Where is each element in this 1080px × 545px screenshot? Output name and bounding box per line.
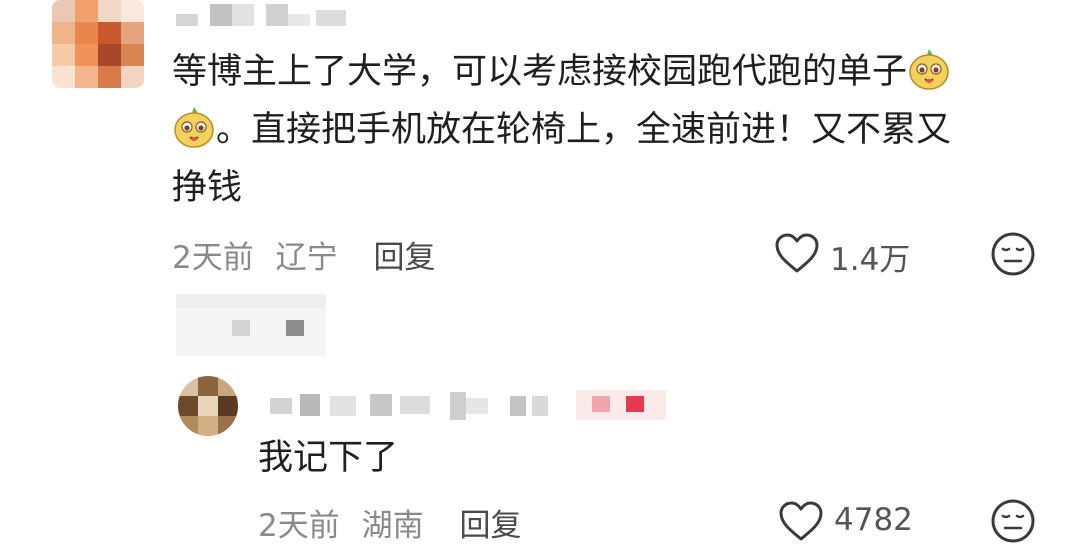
potato-face-emoji-icon — [907, 47, 951, 91]
comment-text-line-2: 。直接把手机放在轮椅上，全速前进！又不累又 — [172, 102, 951, 158]
reply-dislike-button[interactable] — [990, 498, 1036, 544]
comment-meta: 2天前 辽宁 回复 — [172, 232, 435, 277]
comment-text-line-1: 等博主上了大学，可以考虑接校园跑代跑的单子 — [172, 44, 951, 100]
reply-button[interactable]: 回复 — [373, 240, 435, 276]
reply-reply-button[interactable]: 回复 — [459, 508, 521, 544]
reply-meta: 2天前 湖南 回复 — [258, 500, 521, 545]
reply-text: 我记下了 — [258, 438, 399, 478]
reply-time: 2天前 — [258, 508, 340, 544]
comment-location: 辽宁 — [275, 240, 338, 276]
meh-face-icon — [991, 232, 1035, 276]
reply-location: 湖南 — [361, 508, 424, 544]
heart-outline-icon — [775, 233, 819, 273]
username-redacted — [176, 4, 356, 26]
comment-time: 2天前 — [172, 240, 254, 276]
reply-like-button[interactable] — [778, 500, 824, 542]
comment-text-line-3: 挣钱 — [172, 168, 243, 208]
redacted-block — [176, 294, 326, 356]
comment-text-part: 。直接把手机放在轮椅上，全速前进！又不累又 — [216, 110, 952, 150]
meh-face-icon — [991, 499, 1035, 543]
avatar[interactable] — [52, 0, 144, 88]
like-button[interactable] — [774, 232, 820, 274]
reply-avatar[interactable] — [178, 376, 238, 436]
reply-like-count: 4782 — [834, 502, 913, 538]
reply-username-redacted — [270, 390, 670, 420]
comment-text-part: 等博主上了大学，可以考虑接校园跑代跑的单子 — [172, 52, 908, 92]
like-count: 1.4万 — [830, 242, 911, 278]
heart-outline-icon — [779, 501, 823, 541]
potato-face-emoji-icon — [172, 105, 216, 149]
dislike-button[interactable] — [990, 231, 1036, 277]
